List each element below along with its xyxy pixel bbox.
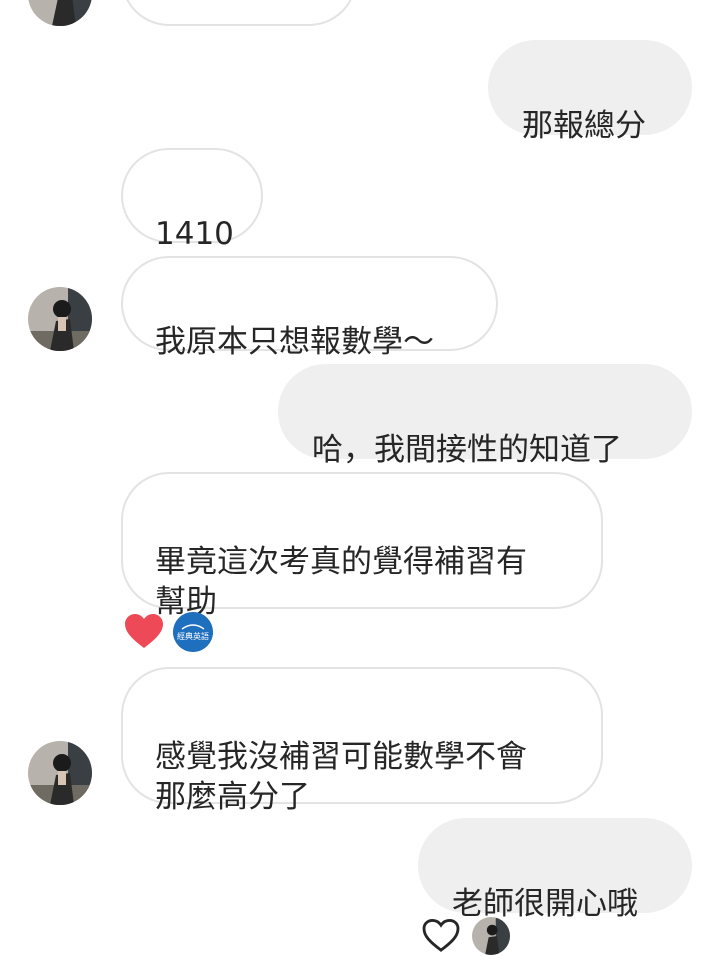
heart-outline-icon[interactable] (422, 918, 460, 957)
message-bubble-incoming[interactable]: 我原本只想報數學～ (121, 256, 498, 360)
message-bubble-incoming[interactable]: 畢竟這次考真的覺得補習有 幫助 (121, 472, 603, 620)
message-text: 哈，我間接性的知道了 (312, 432, 622, 468)
message-text: 我原本只想報數學～ (155, 324, 434, 360)
avatar-image (28, 0, 92, 26)
avatar-image (28, 287, 92, 351)
message-bubble-outgoing[interactable]: 哈，我間接性的知道了 (278, 364, 692, 468)
message-bubble-outgoing[interactable]: 那報總分 (488, 40, 692, 144)
avatar-image (472, 917, 510, 955)
message-text: 老師很開心哦 (452, 886, 638, 922)
message-bubble-incoming[interactable] (121, 0, 357, 26)
message-bubble-incoming[interactable]: 感覺我沒補習可能數學不會 那麼高分了 (121, 667, 603, 815)
chat-thread: 那報總分 1410 我原本只想報數學～ 哈，我間接性的知道了 畢竟這次考真的覺得… (0, 0, 720, 962)
message-bubble-incoming[interactable]: 1410 (121, 148, 263, 252)
message-text: 感覺我沒補習可能數學不會 那麼高分了 (155, 739, 527, 815)
seen-avatar[interactable] (472, 917, 510, 955)
contact-avatar[interactable] (28, 287, 92, 351)
avatar-image (28, 741, 92, 805)
message-bubble-outgoing[interactable]: 老師很開心哦 (418, 818, 692, 922)
message-text: 畢竟這次考真的覺得補習有 幫助 (155, 544, 527, 620)
message-text: 那報總分 (522, 108, 646, 144)
reactor-badge[interactable]: 經典英語 (173, 612, 213, 652)
heart-filled-icon[interactable] (124, 614, 164, 654)
reactor-badge-text: 經典英語 (177, 632, 209, 641)
contact-avatar[interactable] (28, 0, 92, 26)
message-text: 1410 (155, 216, 234, 252)
contact-avatar[interactable] (28, 741, 92, 805)
